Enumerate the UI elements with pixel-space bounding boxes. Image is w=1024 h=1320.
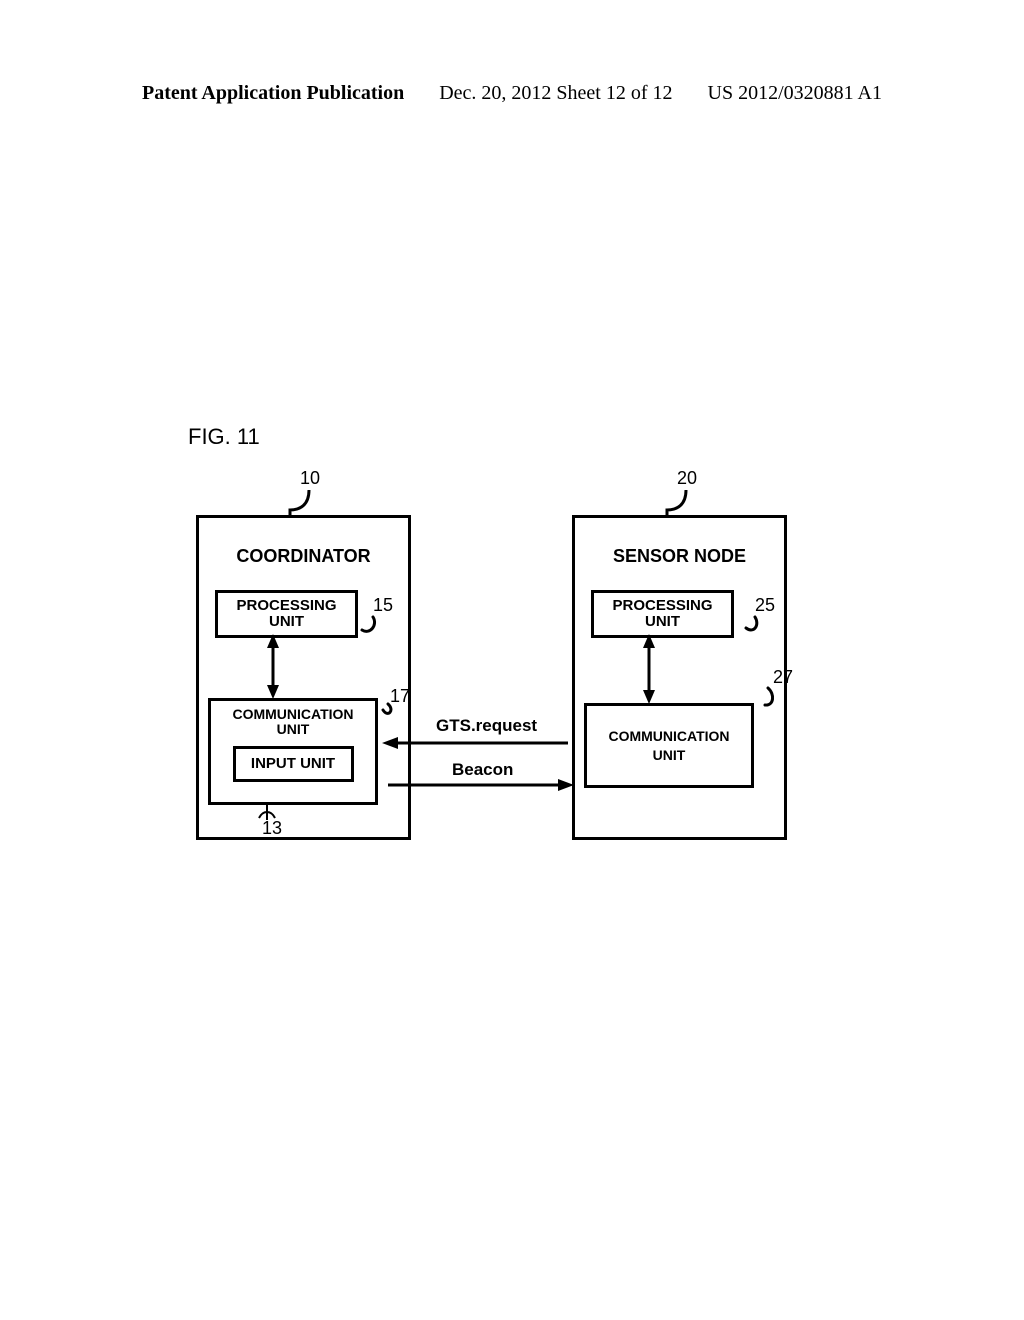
message-beacon: Beacon xyxy=(452,760,513,780)
sensor-title: SENSOR NODE xyxy=(575,546,784,567)
ref-17: 17 xyxy=(390,686,410,707)
input-unit: INPUT UNIT xyxy=(233,746,354,782)
coordinator-title: COORDINATOR xyxy=(199,546,408,567)
coordinator-ref: 10 xyxy=(300,468,320,489)
ref-25: 25 xyxy=(755,595,775,616)
ref-27: 27 xyxy=(773,667,793,688)
header-right: US 2012/0320881 A1 xyxy=(708,82,882,104)
coordinator-processing-unit: PROCESSINGUNIT xyxy=(215,590,358,638)
ref-15: 15 xyxy=(373,595,393,616)
page-header: Patent Application Publication Dec. 20, … xyxy=(0,82,1024,105)
leader-lines xyxy=(0,0,1024,1320)
figure-label: FIG. 11 xyxy=(188,424,260,450)
sensor-box: SENSOR NODE xyxy=(572,515,787,840)
header-mid: Dec. 20, 2012 Sheet 12 of 12 xyxy=(439,82,672,104)
header-left: Patent Application Publication xyxy=(142,82,404,104)
page: Patent Application Publication Dec. 20, … xyxy=(0,0,1024,1320)
ref-13: 13 xyxy=(262,818,282,839)
sensor-ref: 20 xyxy=(677,468,697,489)
message-gts-request: GTS.request xyxy=(436,716,537,736)
coordinator-communication-unit: COMMUNICATIONUNIT INPUT UNIT xyxy=(208,698,378,805)
sensor-processing-unit: PROCESSINGUNIT xyxy=(591,590,734,638)
sensor-communication-unit: COMMUNICATIONUNIT xyxy=(584,703,754,788)
